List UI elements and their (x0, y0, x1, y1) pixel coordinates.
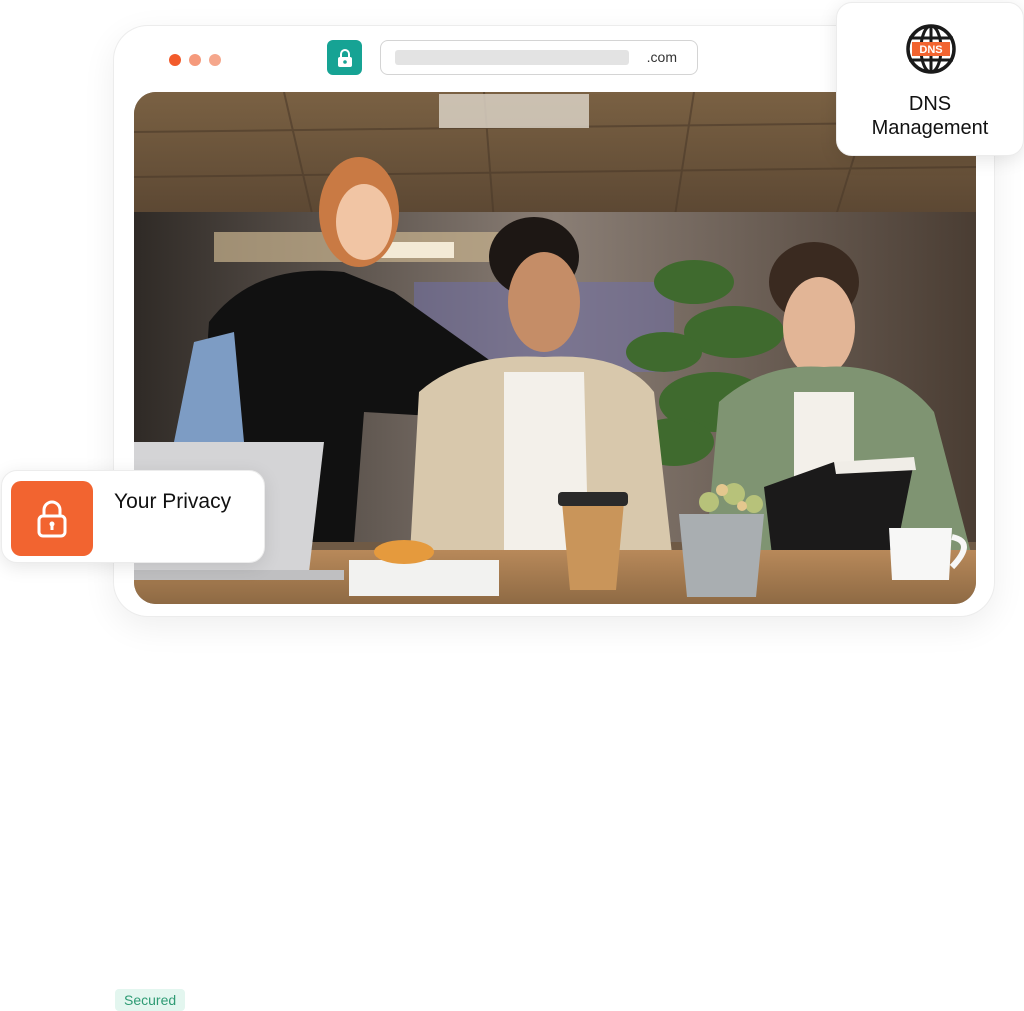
maximize-dot[interactable] (209, 54, 221, 66)
dns-globe-icon: DNS (906, 24, 956, 74)
globe-dns-label: DNS (919, 44, 942, 56)
minimize-dot[interactable] (189, 54, 201, 66)
dns-management-card[interactable]: DNS DNS Management (836, 2, 1024, 156)
url-placeholder (395, 50, 629, 65)
url-domain-suffix: .com (646, 49, 677, 65)
status-badge: Secured (115, 989, 186, 1011)
lock-icon (337, 48, 352, 67)
privacy-status-card[interactable]: Your Privacy Secured (1, 470, 265, 1011)
secure-lock-button[interactable] (327, 40, 362, 75)
privacy-title: Your Privacy (114, 490, 232, 513)
lock-icon (37, 500, 67, 537)
dns-title-line1: DNS (908, 93, 952, 115)
close-dot[interactable] (169, 54, 181, 66)
dns-title-line2: Management (871, 117, 989, 139)
address-bar[interactable]: .com (380, 40, 698, 75)
window-controls (169, 54, 221, 66)
dns-card-title: DNS Management (837, 92, 1023, 140)
privacy-icon-tile (11, 481, 93, 556)
